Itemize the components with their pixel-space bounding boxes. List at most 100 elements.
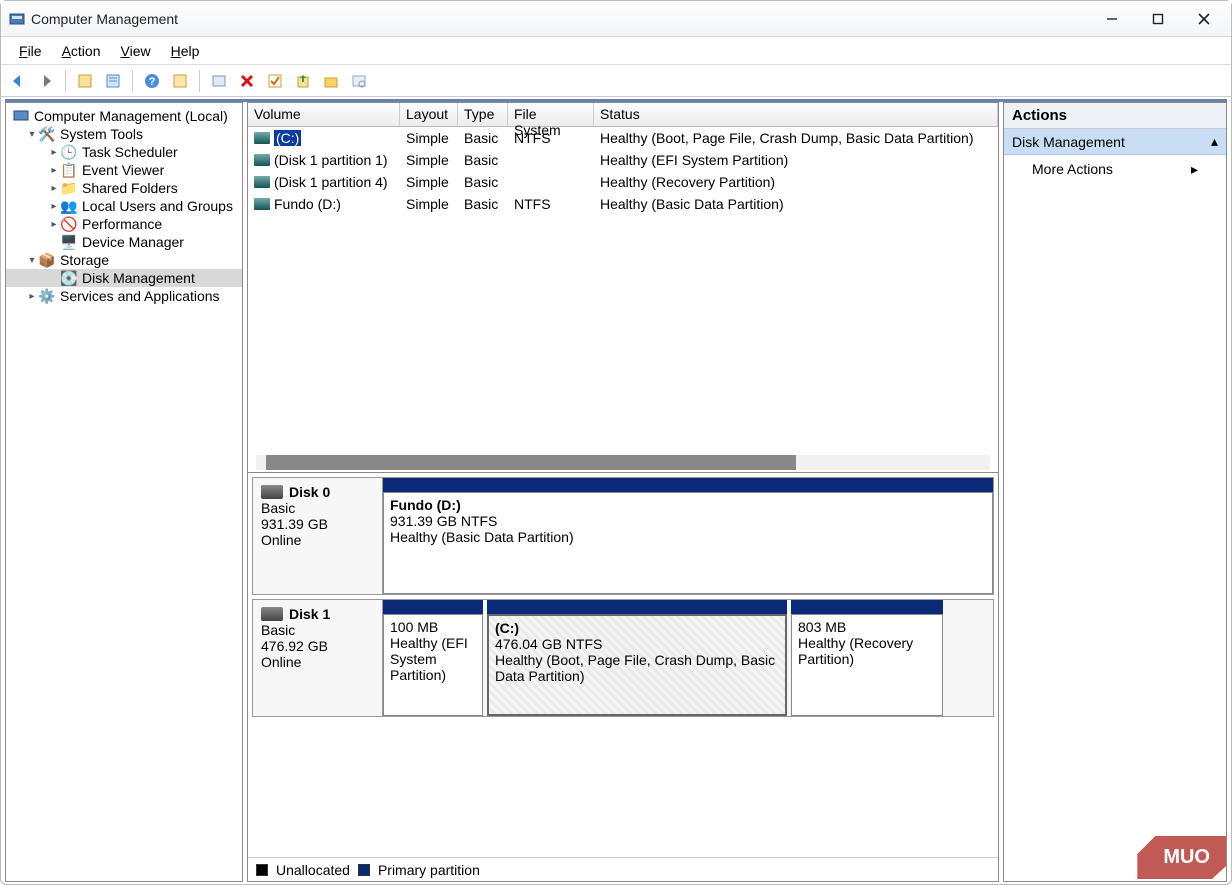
partition[interactable]: (C:)476.04 GB NTFSHealthy (Boot, Page Fi… — [487, 614, 787, 716]
menu-action[interactable]: Action — [54, 41, 109, 61]
actions-section-header[interactable]: Disk Management ▴ — [1004, 129, 1226, 155]
volume-name: Fundo (D:) — [274, 196, 341, 212]
menu-help[interactable]: Help — [163, 41, 208, 61]
horizontal-scrollbar[interactable] — [256, 455, 990, 470]
properties-icon[interactable] — [102, 70, 124, 92]
partition[interactable]: Fundo (D:)931.39 GB NTFSHealthy (Basic D… — [383, 492, 993, 594]
partition-size: 100 MB — [390, 619, 476, 635]
legend-primary-label: Primary partition — [378, 862, 480, 878]
users-icon: 👥 — [60, 198, 78, 214]
drive-icon — [254, 176, 270, 188]
check-icon[interactable] — [264, 70, 286, 92]
caret-right-icon: ▸ — [48, 165, 60, 176]
volume-list: Volume Layout Type File System Status (C… — [248, 103, 998, 473]
tree-task-scheduler[interactable]: ▸🕒Task Scheduler — [6, 143, 242, 161]
drive-icon — [254, 154, 270, 166]
main-content: Volume Layout Type File System Status (C… — [247, 102, 999, 882]
partition-stripe — [383, 600, 483, 614]
tree-storage[interactable]: ▾📦Storage — [6, 251, 242, 269]
col-layout[interactable]: Layout — [400, 103, 458, 126]
actions-title: Actions — [1004, 103, 1226, 129]
storage-icon: 📦 — [38, 252, 56, 268]
tree-disk-management[interactable]: 💽Disk Management — [6, 269, 242, 287]
minimize-button[interactable] — [1089, 4, 1135, 34]
tree-root[interactable]: Computer Management (Local) — [6, 107, 242, 125]
disk-name: Disk 1 — [289, 606, 330, 622]
tree-label: Services and Applications — [60, 288, 220, 304]
tree-local-users[interactable]: ▸👥Local Users and Groups — [6, 197, 242, 215]
window-title: Computer Management — [31, 11, 1089, 27]
caret-right-icon: ▸ — [48, 219, 60, 230]
disk-size: 476.92 GB — [261, 638, 374, 654]
app-icon — [9, 11, 25, 27]
close-button[interactable] — [1181, 4, 1227, 34]
tree-system-tools[interactable]: ▾🛠️System Tools — [6, 125, 242, 143]
tree-shared-folders[interactable]: ▸📁Shared Folders — [6, 179, 242, 197]
caret-right-icon: ▸ — [26, 291, 38, 302]
volume-name: (Disk 1 partition 4) — [274, 174, 388, 190]
disk-info[interactable]: Disk 0 Basic 931.39 GB Online — [253, 478, 383, 594]
tree-label: Local Users and Groups — [82, 198, 233, 214]
share-icon: 📁 — [60, 180, 78, 196]
volume-layout: Simple — [400, 130, 458, 146]
tree-services[interactable]: ▸⚙️Services and Applications — [6, 287, 242, 305]
clock-icon: 🕒 — [60, 144, 78, 160]
volume-fs: NTFS — [508, 130, 594, 146]
action-icon[interactable] — [169, 70, 191, 92]
nav-forward-icon[interactable] — [35, 70, 57, 92]
menu-file[interactable]: File — [11, 41, 50, 61]
delete-icon[interactable] — [236, 70, 258, 92]
scrollbar-thumb[interactable] — [266, 455, 796, 470]
partition[interactable]: 803 MBHealthy (Recovery Partition) — [791, 614, 943, 716]
console-tree: Computer Management (Local) ▾🛠️System To… — [5, 102, 243, 882]
caret-right-icon: ▸ — [48, 201, 60, 212]
settings-icon[interactable] — [348, 70, 370, 92]
maximize-button[interactable] — [1135, 4, 1181, 34]
tree-event-viewer[interactable]: ▸📋Event Viewer — [6, 161, 242, 179]
tree-label: Disk Management — [82, 270, 195, 286]
folder-icon[interactable] — [320, 70, 342, 92]
nav-back-icon[interactable] — [7, 70, 29, 92]
tree-label: Device Manager — [82, 234, 184, 250]
tree-label: Performance — [82, 216, 162, 232]
col-status[interactable]: Status — [594, 103, 998, 126]
partition-status: Healthy (Recovery Partition) — [798, 635, 936, 667]
perf-icon: 🚫 — [60, 216, 78, 232]
legend-unallocated-label: Unallocated — [276, 862, 350, 878]
tree-performance[interactable]: ▸🚫Performance — [6, 215, 242, 233]
volume-row[interactable]: (Disk 1 partition 4)SimpleBasicHealthy (… — [248, 171, 998, 193]
computer-icon — [12, 108, 30, 124]
legend-unallocated-swatch — [256, 864, 268, 876]
help-icon[interactable]: ? — [141, 70, 163, 92]
menu-view[interactable]: View — [113, 41, 159, 61]
col-type[interactable]: Type — [458, 103, 508, 126]
show-console-tree-icon[interactable] — [74, 70, 96, 92]
partition[interactable]: 100 MBHealthy (EFI System Partition) — [383, 614, 483, 716]
volume-type: Basic — [458, 130, 508, 146]
volume-fs: NTFS — [508, 196, 594, 212]
volume-status: Healthy (EFI System Partition) — [594, 152, 998, 168]
volume-row[interactable]: Fundo (D:)SimpleBasicNTFSHealthy (Basic … — [248, 193, 998, 215]
partition-status: Healthy (EFI System Partition) — [390, 635, 476, 683]
volume-type: Basic — [458, 174, 508, 190]
actions-more[interactable]: More Actions ▸ — [1004, 155, 1226, 184]
refresh-icon[interactable] — [208, 70, 230, 92]
col-volume[interactable]: Volume — [248, 103, 400, 126]
disk-size: 931.39 GB — [261, 516, 374, 532]
partition-size: 803 MB — [798, 619, 936, 635]
partition-label: (C:) — [495, 620, 779, 636]
volume-row[interactable]: (C:)SimpleBasicNTFSHealthy (Boot, Page F… — [248, 127, 998, 149]
svg-text:?: ? — [149, 76, 156, 88]
tree-device-manager[interactable]: 🖥️Device Manager — [6, 233, 242, 251]
disk-type: Basic — [261, 622, 374, 638]
disk-info[interactable]: Disk 1 Basic 476.92 GB Online — [253, 600, 383, 716]
col-fs[interactable]: File System — [508, 103, 594, 126]
partition-size: 931.39 GB NTFS — [390, 513, 986, 529]
volume-row[interactable]: (Disk 1 partition 1)SimpleBasicHealthy (… — [248, 149, 998, 171]
tree-label: Storage — [60, 252, 109, 268]
toolbar: ? — [1, 65, 1231, 97]
device-icon: 🖥️ — [60, 234, 78, 250]
services-icon: ⚙️ — [38, 288, 56, 304]
volume-type: Basic — [458, 152, 508, 168]
export-icon[interactable] — [292, 70, 314, 92]
